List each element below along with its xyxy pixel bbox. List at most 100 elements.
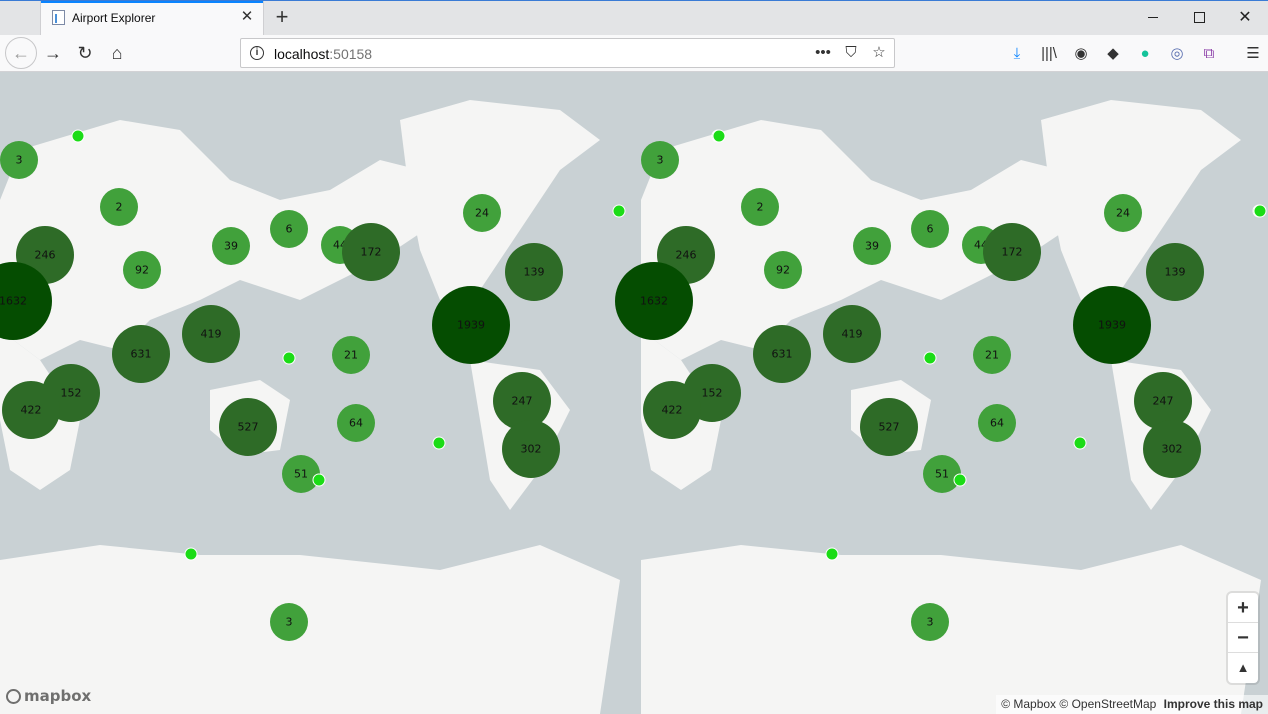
airport-cluster[interactable]: 419	[182, 305, 240, 363]
cluster-count-label: 1632	[0, 295, 27, 308]
cluster-count-label: 1939	[1098, 319, 1126, 332]
address-bar[interactable]: i localhost:50158 ••• ⛉ ☆	[240, 38, 895, 68]
airport-cluster[interactable]: 172	[342, 223, 400, 281]
cluster-count-label: 39	[224, 240, 238, 253]
airport-cluster[interactable]: 422	[2, 381, 60, 439]
airport-cluster[interactable]: 6	[270, 210, 308, 248]
airport-cluster[interactable]: 139	[505, 243, 563, 301]
airport-cluster[interactable]: 1939	[432, 286, 510, 364]
airport-cluster[interactable]: 302	[1143, 420, 1201, 478]
airport-point[interactable]	[612, 204, 626, 218]
airport-cluster[interactable]: 1632	[615, 262, 693, 340]
airport-point[interactable]	[432, 436, 446, 450]
airport-point[interactable]	[184, 547, 198, 561]
close-window-button[interactable]: ✕	[1222, 0, 1268, 35]
cluster-count-label: 246	[35, 249, 56, 262]
zoom-in-button[interactable]: +	[1228, 593, 1258, 623]
improve-map-link[interactable]: Improve this map	[1164, 697, 1263, 711]
airport-cluster[interactable]: 3	[911, 603, 949, 641]
airport-cluster[interactable]: 24	[463, 194, 501, 232]
airport-point[interactable]	[282, 351, 296, 365]
attribution-osm[interactable]: © OpenStreetMap	[1059, 697, 1156, 711]
airport-cluster[interactable]: 21	[332, 336, 370, 374]
cluster-count-label: 246	[676, 249, 697, 262]
airport-cluster[interactable]: 92	[764, 251, 802, 289]
airport-cluster[interactable]: 51	[923, 455, 961, 493]
airport-cluster[interactable]: 247	[1134, 372, 1192, 430]
airport-cluster[interactable]: 2	[741, 188, 779, 226]
airport-point[interactable]	[312, 473, 326, 487]
cluster-count-label: 631	[131, 348, 152, 361]
mapbox-logo[interactable]: mapbox	[6, 686, 91, 706]
bookmark-star-icon[interactable]: ☆	[870, 43, 888, 63]
forward-button[interactable]: →	[37, 37, 69, 69]
reload-button[interactable]: ↻	[69, 37, 101, 69]
grammarly-icon[interactable]: ●	[1134, 43, 1156, 65]
tab-title: Airport Explorer	[72, 11, 156, 25]
tab-airport-explorer[interactable]: Airport Explorer ✕	[40, 1, 264, 35]
pocket-icon[interactable]: ⛉	[842, 43, 860, 63]
cluster-count-label: 139	[524, 266, 545, 279]
airport-point[interactable]	[923, 351, 937, 365]
airport-cluster[interactable]: 631	[112, 325, 170, 383]
airport-cluster[interactable]: 92	[123, 251, 161, 289]
cluster-count-label: 302	[1162, 443, 1183, 456]
cluster-count-label: 1939	[457, 319, 485, 332]
downloads-icon[interactable]: ⤓	[1006, 43, 1028, 65]
extension-password-icon[interactable]: ◉	[1070, 43, 1092, 65]
airport-cluster[interactable]: 1939	[1073, 286, 1151, 364]
menu-icon[interactable]: ☰	[1242, 43, 1264, 65]
airport-cluster[interactable]: 139	[1146, 243, 1204, 301]
back-button[interactable]: ←	[5, 37, 37, 69]
airport-point[interactable]	[825, 547, 839, 561]
airport-cluster[interactable]: 64	[337, 404, 375, 442]
airport-cluster[interactable]: 3	[270, 603, 308, 641]
zoom-out-button[interactable]: −	[1228, 623, 1258, 653]
airport-cluster[interactable]: 422	[643, 381, 701, 439]
close-tab-icon[interactable]: ✕	[239, 8, 255, 26]
airport-cluster[interactable]: 631	[753, 325, 811, 383]
airport-point[interactable]	[953, 473, 967, 487]
airport-cluster[interactable]: 39	[853, 227, 891, 265]
airport-cluster[interactable]: 527	[219, 398, 277, 456]
globe-icon[interactable]: ◎	[1166, 43, 1188, 65]
airport-cluster[interactable]: 3	[0, 141, 38, 179]
airport-cluster[interactable]: 527	[860, 398, 918, 456]
navigation-toolbar: ← → ↻ ⌂ i localhost:50158 ••• ⛉ ☆ ⤓ |||\…	[0, 35, 1268, 72]
airport-cluster[interactable]: 24	[1104, 194, 1142, 232]
site-info-icon[interactable]: i	[250, 46, 264, 60]
extension-layers-icon[interactable]: ◆	[1102, 43, 1124, 65]
airport-point[interactable]	[1253, 204, 1267, 218]
page-actions-icon[interactable]: •••	[814, 43, 832, 63]
airport-cluster[interactable]: 419	[823, 305, 881, 363]
airport-cluster[interactable]: 302	[502, 420, 560, 478]
attribution-mapbox[interactable]: © Mapbox	[1001, 697, 1056, 711]
url-text[interactable]: localhost:50158	[274, 46, 372, 62]
compass-icon[interactable]: ▲	[1228, 653, 1258, 683]
home-button[interactable]: ⌂	[101, 37, 133, 69]
airport-cluster[interactable]: 2	[100, 188, 138, 226]
airport-cluster[interactable]: 39	[212, 227, 250, 265]
airport-cluster[interactable]: 64	[978, 404, 1016, 442]
new-tab-button[interactable]: +	[270, 5, 294, 29]
airport-point[interactable]	[712, 129, 726, 143]
airport-cluster[interactable]: 6	[911, 210, 949, 248]
extension-windows-icon[interactable]: ⧉	[1198, 43, 1220, 65]
minimize-button[interactable]	[1130, 0, 1176, 35]
title-bar: Airport Explorer ✕ + ✕	[0, 0, 1268, 35]
land-north-america	[400, 100, 600, 300]
airport-cluster[interactable]: 3	[641, 141, 679, 179]
airport-cluster[interactable]: 21	[973, 336, 1011, 374]
map-canvas[interactable]: 3 2 246 1632 92 39 6 44 172 24 139 1939 419 631 21 247 1…	[0, 72, 1268, 714]
airport-cluster[interactable]: 247	[493, 372, 551, 430]
maximize-button[interactable]	[1176, 0, 1222, 35]
airport-cluster[interactable]: 172	[983, 223, 1041, 281]
cluster-count-label: 139	[1165, 266, 1186, 279]
cluster-count-label: 3	[16, 154, 23, 167]
airport-point[interactable]	[71, 129, 85, 143]
cluster-count-label: 631	[772, 348, 793, 361]
cluster-count-label: 64	[990, 417, 1004, 430]
airport-point[interactable]	[1073, 436, 1087, 450]
airport-cluster[interactable]: 51	[282, 455, 320, 493]
library-icon[interactable]: |||\	[1038, 43, 1060, 65]
